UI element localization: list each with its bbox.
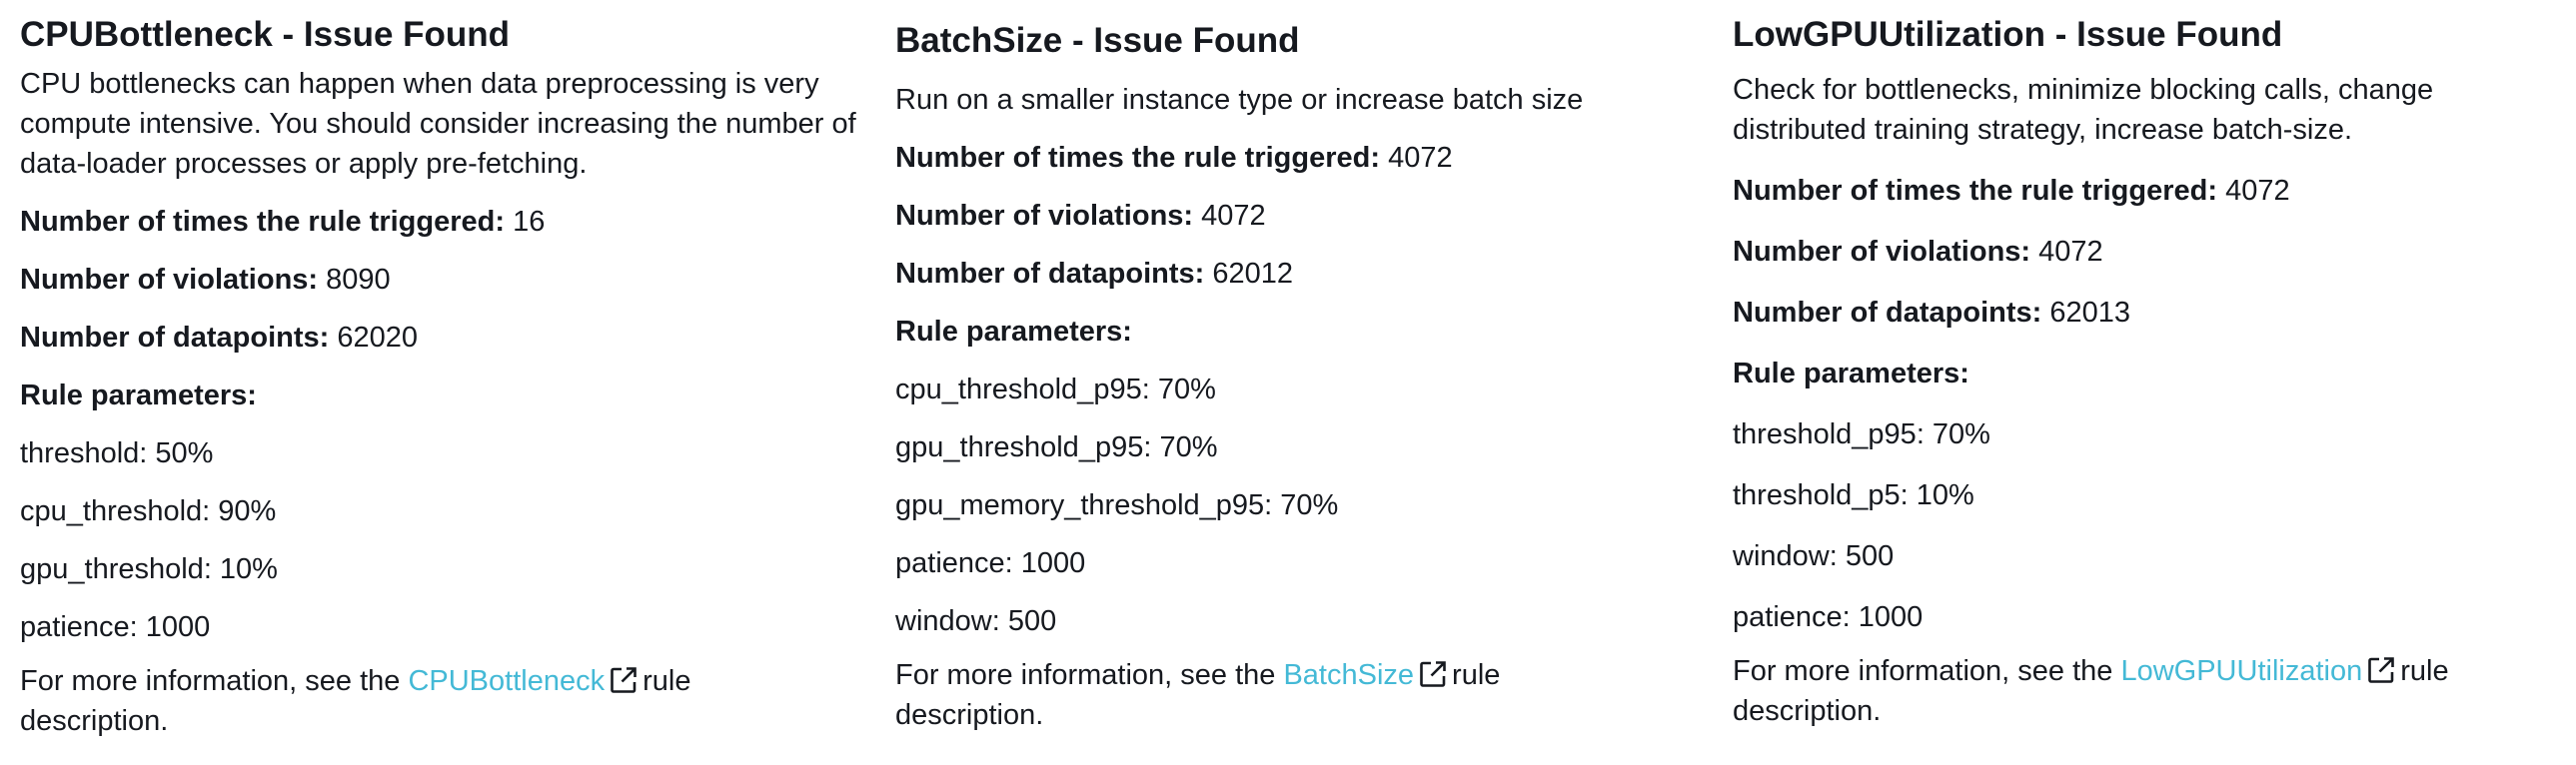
more-info-text: For more information, see the LowGPUUtil… [1733, 655, 2449, 727]
stat-rule-triggered: Number of times the rule triggered: 4072 [1733, 171, 2562, 211]
rule-parameters-heading: Rule parameters: [20, 380, 257, 411]
stat-value: 62020 [337, 322, 419, 354]
rule-parameter: gpu_memory_threshold_p95: 70% [895, 489, 1339, 521]
rule-parameter: threshold_p95: 70% [1733, 418, 1990, 450]
rule-description-link[interactable]: LowGPUUtilization [2120, 655, 2362, 687]
panel-description: CPU bottlenecks can happen when data pre… [20, 68, 856, 180]
stat-value: 4072 [1388, 142, 1453, 174]
stat-value: 62012 [1212, 258, 1294, 290]
stat-value: 4072 [2038, 236, 2103, 268]
stat-value: 16 [513, 206, 546, 238]
rule-parameters-heading: Rule parameters: [1733, 358, 1969, 389]
stat-violations: Number of violations: 8090 [20, 260, 879, 300]
stat-rule-triggered: Number of times the rule triggered: 4072 [895, 138, 1715, 178]
stat-violations: Number of violations: 4072 [895, 196, 1715, 236]
stat-value: 4072 [1201, 200, 1266, 232]
rule-parameter: window: 500 [895, 605, 1057, 637]
rule-parameter: window: 500 [1733, 540, 1895, 572]
panel-title: LowGPUUtilization - Issue Found [1733, 15, 2283, 54]
rule-parameter: patience: 1000 [20, 611, 211, 643]
external-link-icon[interactable] [2366, 655, 2396, 685]
stat-label: Number of datapoints: [20, 322, 330, 354]
rule-parameter: threshold: 50% [20, 437, 214, 469]
stat-violations: Number of violations: 4072 [1733, 232, 2562, 272]
stat-label: Number of violations: [895, 200, 1194, 232]
stat-value: 8090 [326, 264, 391, 296]
stat-label: Number of times the rule triggered: [1733, 175, 2218, 207]
panel-title: BatchSize - Issue Found [895, 21, 1300, 60]
stat-label: Number of datapoints: [895, 258, 1205, 290]
rule-parameter: cpu_threshold: 90% [20, 495, 277, 527]
stat-datapoints: Number of datapoints: 62012 [895, 254, 1715, 294]
stat-label: Number of violations: [1733, 236, 2031, 268]
stat-label: Number of violations: [20, 264, 319, 296]
panel-description: Check for bottlenecks, minimize blocking… [1733, 74, 2434, 146]
more-info-text: For more information, see the BatchSize r… [895, 659, 1501, 731]
rule-parameter: patience: 1000 [895, 547, 1086, 579]
more-info-text: For more information, see the CPUBottlen… [20, 665, 691, 737]
external-link-icon[interactable] [1418, 659, 1448, 689]
rule-panel-cpubottleneck: CPUBottleneck - Issue Found CPU bottlene… [20, 0, 879, 741]
rule-description-link[interactable]: CPUBottleneck [408, 665, 605, 697]
rule-description-link[interactable]: BatchSize [1283, 659, 1414, 691]
stat-label: Number of times the rule triggered: [20, 206, 506, 238]
external-link-icon[interactable] [609, 665, 639, 695]
rule-parameters-heading: Rule parameters: [895, 316, 1132, 348]
stat-label: Number of times the rule triggered: [895, 142, 1381, 174]
stat-rule-triggered: Number of times the rule triggered: 16 [20, 202, 879, 242]
panel-description: Run on a smaller instance type or increa… [895, 84, 1584, 116]
panel-title: CPUBottleneck - Issue Found [20, 15, 511, 54]
rule-panel-batchsize: BatchSize - Issue Found Run on a smaller… [895, 0, 1715, 735]
stat-value: 62013 [2049, 297, 2131, 329]
stat-datapoints: Number of datapoints: 62013 [1733, 293, 2562, 333]
rule-parameter: gpu_threshold_p95: 70% [895, 431, 1218, 463]
stat-label: Number of datapoints: [1733, 297, 2042, 329]
stat-datapoints: Number of datapoints: 62020 [20, 318, 879, 358]
rule-parameter: threshold_p5: 10% [1733, 479, 1974, 511]
rule-parameter: cpu_threshold_p95: 70% [895, 374, 1216, 405]
rule-parameter: gpu_threshold: 10% [20, 553, 278, 585]
rule-panel-lowgpuutilization: LowGPUUtilization - Issue Found Check fo… [1733, 0, 2562, 731]
stat-value: 4072 [2225, 175, 2290, 207]
rule-parameter: patience: 1000 [1733, 601, 1924, 633]
